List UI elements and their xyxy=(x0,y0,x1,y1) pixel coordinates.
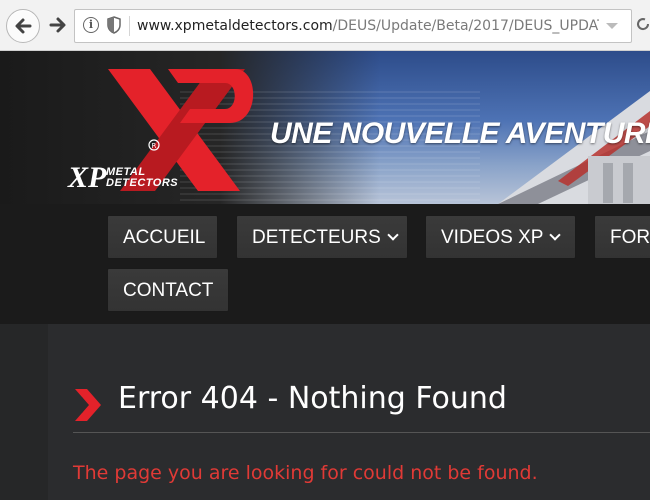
main-navigation: ACCUEIL DETECTEURS VIDEOS XP FOR CONTACT xyxy=(0,204,650,324)
nav-item-detecteurs[interactable]: DETECTEURS xyxy=(236,215,408,259)
chevron-down-icon xyxy=(549,229,562,241)
page-title: Error 404 - Nothing Found xyxy=(118,381,507,416)
logo-xp-text: XP xyxy=(68,161,107,194)
left-stripe xyxy=(0,324,48,500)
nav-item-label: FOR xyxy=(610,227,650,248)
svg-text:R: R xyxy=(152,142,157,150)
url-text[interactable]: www.xpmetaldetectors.com/DEUS/Update/Bet… xyxy=(137,18,599,34)
arrow-right-icon xyxy=(49,17,66,33)
nav-item-videos-xp[interactable]: VIDEOS XP xyxy=(425,215,576,259)
banner-tagline: UNE NOUVELLE AVENTURE ! xyxy=(270,117,650,150)
shield-icon[interactable] xyxy=(107,16,121,34)
browser-toolbar: i www.xpmetaldetectors.com/DEUS/Update/B… xyxy=(0,0,650,51)
dropdown-arrow-icon[interactable] xyxy=(605,22,619,30)
chevron-down-icon xyxy=(387,229,399,241)
arrow-left-icon xyxy=(15,18,32,34)
nav-item-accueil[interactable]: ACCUEIL xyxy=(107,215,218,259)
nav-item-label: ACCUEIL xyxy=(123,227,206,248)
url-separator xyxy=(129,16,130,36)
title-divider xyxy=(73,432,650,433)
back-button[interactable] xyxy=(6,9,40,43)
url-host: www.xpmetaldetectors.com xyxy=(137,18,333,34)
logo-sub-line-2: DETECTORS xyxy=(106,177,179,189)
nav-item-forum[interactable]: FOR xyxy=(594,215,650,259)
logo-subtitle: METAL DETECTORS xyxy=(106,167,178,189)
nav-item-label: CONTACT xyxy=(123,280,214,301)
red-chevron-icon xyxy=(75,389,101,421)
site-header-banner: UNE NOUVELLE AVENTURE ! R XP METAL DETEC… xyxy=(0,51,650,204)
forward-button[interactable] xyxy=(42,9,74,41)
reload-icon[interactable] xyxy=(636,17,650,31)
error-message: The page you are looking for could not b… xyxy=(73,462,538,484)
nav-item-contact[interactable]: CONTACT xyxy=(107,268,229,312)
url-path: /DEUS/Update/Beta/2017/DEUS_UPDATE_BET xyxy=(332,18,599,34)
nav-item-label: VIDEOS XP xyxy=(441,227,544,248)
nav-item-label: DETECTEURS xyxy=(252,227,381,248)
info-icon[interactable]: i xyxy=(83,17,99,33)
address-bar[interactable]: i www.xpmetaldetectors.com/DEUS/Update/B… xyxy=(74,9,632,43)
